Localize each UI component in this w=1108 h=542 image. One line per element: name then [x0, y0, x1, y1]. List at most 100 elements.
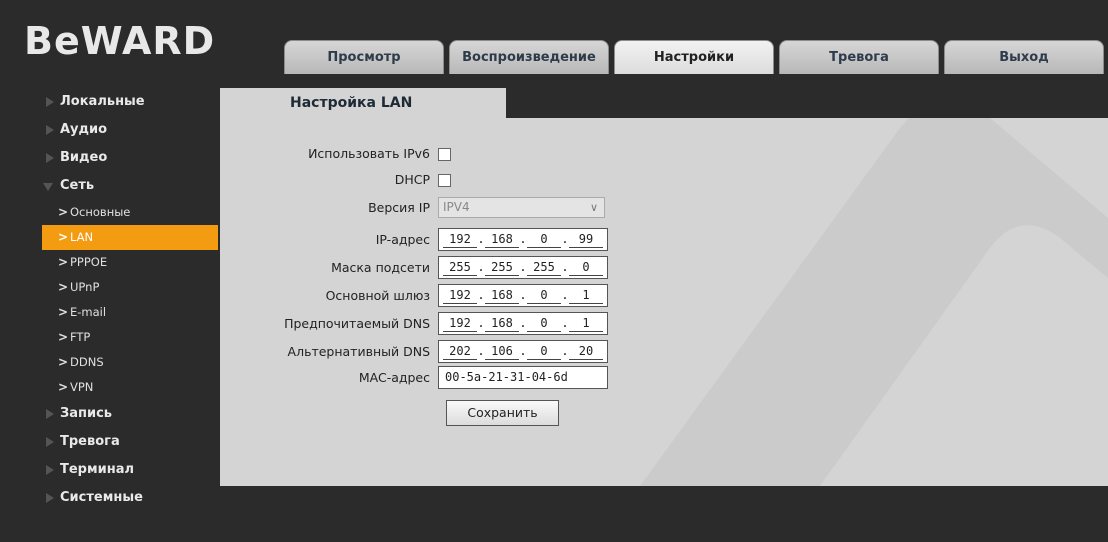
mask-octet[interactable]: 255 — [485, 260, 519, 276]
tab-settings[interactable]: Настройки — [614, 40, 774, 74]
chevron-right-icon: > — [58, 280, 69, 294]
ip-dot: . — [561, 260, 569, 274]
beward-logo: BeWARD — [24, 19, 214, 63]
mask-octet[interactable]: 0 — [569, 260, 603, 276]
sidebar-sub-label: LAN — [70, 230, 94, 244]
ip-octet[interactable]: 192 — [443, 232, 477, 248]
triangle-down-icon — [43, 183, 53, 191]
sidebar-item-terminal[interactable]: Терминал — [0, 456, 220, 484]
sidebar-item-record[interactable]: Запись — [0, 400, 220, 428]
row-gateway: Основной шлюз 192. 168. 0. 1 — [220, 284, 1108, 308]
tab-playback[interactable]: Воспроизведение — [449, 40, 609, 74]
save-button[interactable]: Сохранить — [446, 400, 559, 426]
sidebar-sub-label: E-mail — [70, 305, 107, 319]
sidebar-item-label: Сеть — [60, 178, 95, 193]
sidebar-item-label: Запись — [60, 406, 113, 421]
gateway-octet[interactable]: 192 — [443, 288, 477, 304]
ip-dot: . — [519, 316, 527, 330]
dns2-octet[interactable]: 202 — [443, 344, 477, 360]
row-ip-address: IP-адрес 192. 168. 0. 99 — [220, 228, 1108, 252]
row-dhcp: DHCP — [220, 168, 1108, 192]
chevron-right-icon: > — [58, 330, 69, 344]
ip-octet[interactable]: 99 — [569, 232, 603, 248]
sidebar-sub-label: FTP — [70, 330, 91, 344]
ip-dot: . — [477, 232, 485, 246]
sidebar-sub-label: PPPOE — [70, 255, 108, 269]
tab-view[interactable]: Просмотр — [284, 40, 444, 74]
alternate-dns-field[interactable]: 202. 106. 0. 20 — [438, 340, 608, 363]
sidebar-item-alarm[interactable]: Тревога — [0, 428, 220, 456]
ip-dot: . — [561, 232, 569, 246]
sidebar-item-label: Терминал — [60, 462, 135, 477]
dns2-octet[interactable]: 0 — [527, 344, 561, 360]
sidebar-sub-label: DDNS — [70, 355, 104, 369]
sidebar-sub-vpn[interactable]: > VPN — [0, 375, 220, 400]
chevron-right-icon: > — [58, 380, 69, 394]
triangle-right-icon — [46, 97, 54, 107]
triangle-right-icon — [46, 493, 54, 503]
tab-alarm[interactable]: Тревога — [779, 40, 939, 74]
page-title: Настройка LAN — [290, 95, 413, 111]
dns1-octet[interactable]: 192 — [443, 316, 477, 332]
tab-exit[interactable]: Выход — [944, 40, 1104, 74]
panel-tab: Настройка LAN — [220, 88, 506, 118]
ip-dot: . — [477, 288, 485, 302]
sidebar-item-label: Тревога — [60, 434, 120, 449]
dns1-octet[interactable]: 0 — [527, 316, 561, 332]
mac-address-field[interactable]: 00-5a-21-31-04-6d — [438, 366, 608, 389]
chevron-right-icon: > — [58, 255, 69, 269]
sidebar-item-label: Локальные — [60, 94, 145, 109]
ip-address-field[interactable]: 192. 168. 0. 99 — [438, 228, 608, 251]
ip-octet[interactable]: 168 — [485, 232, 519, 248]
sidebar-item-network[interactable]: Сеть — [0, 172, 220, 200]
ip-dot: . — [561, 344, 569, 358]
ipv6-checkbox[interactable] — [438, 148, 451, 161]
mask-octet[interactable]: 255 — [527, 260, 561, 276]
subnet-mask-label: Маска подсети — [331, 260, 430, 275]
mask-octet[interactable]: 255 — [443, 260, 477, 276]
ip-version-label: Версия IP — [368, 200, 430, 215]
triangle-right-icon — [46, 437, 54, 447]
ip-version-select[interactable]: IPV4 ∨ — [438, 197, 605, 218]
gateway-octet[interactable]: 168 — [485, 288, 519, 304]
triangle-right-icon — [46, 409, 54, 419]
row-preferred-dns: Предпочитаемый DNS 192. 168. 0. 1 — [220, 312, 1108, 336]
chevron-right-icon: > — [58, 205, 69, 219]
dhcp-checkbox[interactable] — [438, 174, 451, 187]
dns2-octet[interactable]: 20 — [569, 344, 603, 360]
dns2-octet[interactable]: 106 — [485, 344, 519, 360]
row-subnet-mask: Маска подсети 255. 255. 255. 0 — [220, 256, 1108, 280]
row-ipv6: Использовать IPv6 — [220, 142, 1108, 166]
logo-text: BeWARD — [24, 19, 214, 63]
chevron-right-icon: > — [58, 230, 69, 244]
sidebar-sub-label: UPnP — [70, 280, 100, 294]
sidebar-sub-ftp[interactable]: > FTP — [0, 325, 220, 350]
sidebar-sub-label: VPN — [70, 380, 94, 394]
sidebar-sub-upnp[interactable]: > UPnP — [0, 275, 220, 300]
dns1-octet[interactable]: 168 — [485, 316, 519, 332]
sidebar-sub-basic[interactable]: > Основные — [0, 200, 220, 225]
gateway-octet[interactable]: 0 — [527, 288, 561, 304]
preferred-dns-field[interactable]: 192. 168. 0. 1 — [438, 312, 608, 335]
sidebar-item-audio[interactable]: Аудио — [0, 116, 220, 144]
sidebar-item-local[interactable]: Локальные — [0, 88, 220, 116]
sidebar-item-label: Системные — [60, 490, 143, 505]
row-ip-version: Версия IP IPV4 ∨ — [220, 196, 1108, 220]
row-alternate-dns: Альтернативный DNS 202. 106. 0. 20 — [220, 340, 1108, 364]
ip-dot: . — [561, 316, 569, 330]
ip-dot: . — [477, 260, 485, 274]
sidebar-sub-pppoe[interactable]: > PPPOE — [0, 250, 220, 275]
dns1-octet[interactable]: 1 — [569, 316, 603, 332]
sidebar-item-video[interactable]: Видео — [0, 144, 220, 172]
ip-octet[interactable]: 0 — [527, 232, 561, 248]
gateway-field[interactable]: 192. 168. 0. 1 — [438, 284, 608, 307]
sidebar-sub-ddns[interactable]: > DDNS — [0, 350, 220, 375]
sidebar-item-label: Аудио — [60, 122, 108, 137]
sidebar-item-system[interactable]: Системные — [0, 484, 220, 512]
gateway-octet[interactable]: 1 — [569, 288, 603, 304]
ip-dot: . — [519, 260, 527, 274]
dhcp-label: DHCP — [394, 172, 430, 187]
subnet-mask-field[interactable]: 255. 255. 255. 0 — [438, 256, 608, 279]
sidebar-sub-lan[interactable]: > LAN — [42, 225, 218, 250]
sidebar-sub-email[interactable]: > E-mail — [0, 300, 220, 325]
